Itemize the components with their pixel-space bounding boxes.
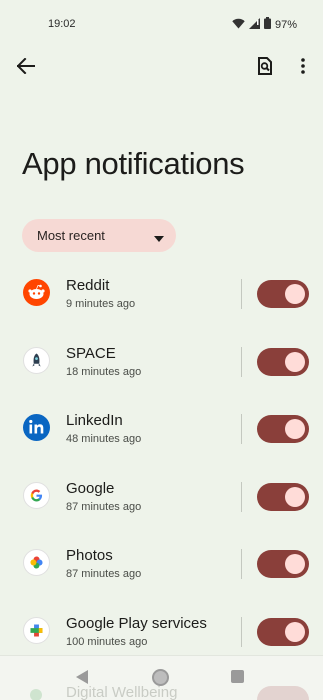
app-row-reddit[interactable]: Reddit 9 minutes ago	[0, 262, 323, 330]
battery-percent: 97%	[274, 18, 297, 31]
toggle-thumb	[285, 486, 305, 507]
notification-toggle-reddit[interactable]	[257, 280, 309, 308]
status-time: 19:02	[48, 18, 76, 30]
app-name: SPACE	[66, 344, 116, 362]
app-row-google[interactable]: Google 87 minutes ago	[0, 465, 323, 533]
notification-toggle-space[interactable]	[257, 347, 309, 376]
toggle-thumb	[285, 351, 305, 372]
google-icon	[23, 481, 50, 509]
status-icons: 97%	[232, 17, 297, 32]
linkedin-icon	[23, 414, 50, 442]
app-bar	[0, 48, 323, 88]
space-icon	[23, 346, 50, 374]
app-last-notified: 87 minutes ago	[66, 500, 142, 513]
divider	[241, 414, 242, 445]
signal-icon	[248, 17, 260, 32]
app-last-notified: 100 minutes ago	[66, 635, 148, 648]
divider	[241, 616, 242, 647]
play-services-icon	[23, 616, 50, 644]
notification-toggle-google[interactable]	[257, 482, 309, 511]
notification-toggle-digital-wellbeing	[257, 686, 309, 700]
app-last-notified: 9 minutes ago	[66, 298, 136, 310]
notification-toggle-linkedin[interactable]	[257, 415, 309, 444]
search-settings-button[interactable]	[251, 54, 279, 82]
status-bar: 19:02 97%	[0, 0, 323, 48]
dropdown-arrow-icon	[154, 229, 164, 247]
app-last-notified: 18 minutes ago	[66, 365, 142, 378]
app-row-photos[interactable]: Photos 87 minutes ago	[0, 532, 323, 600]
more-vert-icon	[301, 57, 305, 79]
nav-recents-icon[interactable]	[231, 670, 244, 683]
toggle-thumb	[285, 554, 305, 575]
sort-dropdown-label: Most recent	[37, 228, 105, 243]
app-name: Google	[66, 479, 115, 497]
more-options-button[interactable]	[293, 54, 313, 82]
app-name: LinkedIn	[66, 412, 123, 430]
photos-icon	[23, 549, 50, 577]
arrow-back-icon	[16, 57, 35, 79]
toggle-thumb	[285, 621, 305, 642]
toggle-thumb	[285, 419, 305, 440]
app-last-notified: 87 minutes ago	[66, 568, 142, 581]
app-name: Google Play services	[66, 614, 207, 632]
sort-dropdown[interactable]: Most recent	[22, 219, 176, 252]
nav-home-icon[interactable]	[152, 669, 169, 686]
app-name: Reddit	[66, 277, 110, 294]
back-button[interactable]	[12, 54, 40, 82]
divider	[241, 549, 242, 580]
app-row-space[interactable]: SPACE 18 minutes ago	[0, 330, 323, 398]
notification-toggle-google-play-services[interactable]	[257, 617, 309, 646]
divider	[241, 481, 242, 512]
app-last-notified: 48 minutes ago	[66, 433, 142, 446]
app-row-linkedin[interactable]: LinkedIn 48 minutes ago	[0, 397, 323, 465]
divider	[241, 279, 242, 309]
nav-back-icon[interactable]	[76, 670, 89, 689]
battery-icon	[263, 17, 271, 32]
divider	[241, 346, 242, 377]
app-list: Reddit 9 minutes ago SPACE 18 minutes ag…	[0, 262, 323, 668]
app-name: Photos	[66, 547, 113, 565]
digital-wellbeing-icon	[30, 689, 42, 700]
wifi-icon	[232, 18, 245, 32]
system-navigation-bar: Digital Wellbeing	[0, 655, 323, 700]
page-title: App notifications	[22, 146, 245, 181]
reddit-icon	[23, 279, 50, 306]
notification-toggle-photos[interactable]	[257, 550, 309, 579]
search-settings-icon	[257, 56, 273, 80]
toggle-thumb	[285, 284, 305, 304]
